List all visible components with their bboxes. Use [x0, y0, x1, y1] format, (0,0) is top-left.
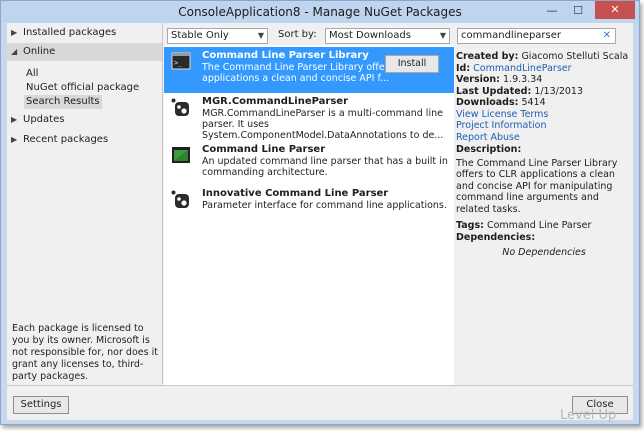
- view-license-link[interactable]: View License Terms: [456, 109, 632, 121]
- sort-by-label: Sort by:: [278, 29, 317, 40]
- report-abuse-link[interactable]: Report Abuse: [456, 132, 632, 144]
- tags-row: Tags: Command Line Parser: [456, 220, 632, 232]
- package-list: >_ Command Line Parser Library The Comma…: [164, 45, 454, 404]
- package-item[interactable]: >_ Command Line Parser Library The Comma…: [164, 47, 454, 93]
- package-source-tree: ▶ Installed packages ◢ Online All NuGet of…: [7, 23, 163, 384]
- nuget-package-icon: [171, 98, 189, 116]
- expand-arrow-icon[interactable]: ▶: [11, 112, 23, 128]
- dialog-footer: Settings Close: [7, 385, 633, 420]
- created-by-row: Created by: Giacomo Stelluti Scala: [456, 51, 632, 63]
- green-package-icon: [172, 147, 190, 163]
- collapse-arrow-icon[interactable]: ◢: [11, 44, 23, 60]
- maximize-icon[interactable]: ☐: [567, 3, 589, 19]
- tree-node-label: Updates: [23, 114, 65, 125]
- search-input[interactable]: commandlineparser ✕: [457, 28, 616, 44]
- tree-item-search-results[interactable]: Search Results: [24, 95, 102, 109]
- tree-node-label: Installed packages: [23, 27, 117, 38]
- package-item[interactable]: Innovative Command Line Parser Parameter…: [164, 185, 454, 231]
- package-description: An updated command line parser that has …: [202, 156, 448, 178]
- package-description: Parameter interface for command line app…: [202, 200, 447, 211]
- release-filter-dropdown[interactable]: Stable Only ▼: [167, 28, 268, 44]
- package-title: MGR.CommandLineParser: [202, 96, 349, 107]
- tree-node-online[interactable]: ◢ Online: [11, 44, 55, 60]
- tree-node-label: Online: [23, 46, 56, 57]
- description-text: The Command Line Parser Library offers t…: [456, 157, 618, 215]
- package-description: MGR.CommandLineParser is a multi-command…: [202, 108, 444, 141]
- minimize-icon[interactable]: —: [541, 3, 563, 19]
- install-button[interactable]: Install: [385, 55, 439, 73]
- description-label: Description:: [456, 144, 522, 155]
- tags-label: Tags:: [456, 220, 484, 231]
- sort-by-dropdown[interactable]: Most Downloads ▼: [325, 28, 450, 44]
- package-title: Innovative Command Line Parser: [202, 188, 389, 199]
- tree-item-all[interactable]: All: [26, 67, 38, 81]
- downloads-row: Downloads: 5414: [456, 97, 632, 109]
- created-by-label: Created by:: [456, 51, 519, 62]
- expand-arrow-icon[interactable]: ▶: [11, 25, 23, 41]
- last-updated-value: 1/13/2013: [534, 85, 584, 97]
- package-item[interactable]: Command Line Parser An updated command l…: [164, 141, 454, 187]
- tree-node-label: Recent packages: [23, 134, 109, 145]
- license-notice: Each package is licensed to you by its o…: [12, 323, 158, 382]
- clear-search-icon[interactable]: ✕: [603, 29, 611, 43]
- dependencies-label: Dependencies:: [456, 231, 536, 243]
- downloads-label: Downloads:: [456, 97, 519, 108]
- id-label: Id:: [456, 62, 471, 74]
- search-input-value: commandlineparser: [461, 30, 562, 41]
- downloads-value: 5414: [521, 97, 546, 108]
- expand-arrow-icon[interactable]: ▶: [11, 132, 23, 148]
- package-id-link[interactable]: CommandLineParser: [473, 63, 571, 74]
- tree-node-updates[interactable]: ▶ Updates: [11, 112, 64, 128]
- close-icon: ✕: [610, 3, 620, 16]
- settings-button[interactable]: Settings: [13, 396, 69, 414]
- svg-text:>_: >_: [174, 59, 183, 67]
- watermark-text: Level Up: [560, 408, 617, 423]
- version-row: Version: 1.9.3.34: [456, 74, 632, 86]
- release-filter-value: Stable Only: [171, 30, 229, 41]
- created-by-value: Giacomo Stelluti Scala: [521, 51, 629, 62]
- dialog-client-area: ▶ Installed packages ◢ Online All NuGet of…: [7, 23, 633, 420]
- package-details-panel: Created by: Giacomo Stelluti Scala Id: C…: [456, 51, 632, 259]
- nuget-package-icon: [171, 190, 189, 208]
- tags-value: Command Line Parser: [486, 220, 592, 231]
- no-dependencies-text: No Dependencies: [502, 247, 586, 258]
- title-bar: ConsoleApplication8 - Manage NuGet Packa…: [1, 1, 639, 23]
- chevron-down-icon: ▼: [439, 31, 446, 40]
- close-window-button[interactable]: ✕: [595, 1, 635, 19]
- version-value: 1.9.3.34: [503, 74, 543, 85]
- package-item[interactable]: MGR.CommandLineParser MGR.CommandLinePar…: [164, 93, 454, 141]
- version-label: Version:: [456, 74, 500, 85]
- package-title: Command Line Parser Library: [202, 50, 369, 61]
- tree-item-nuget-official[interactable]: NuGet official package source: [26, 81, 162, 107]
- last-updated-label: Last Updated:: [456, 85, 532, 97]
- chevron-down-icon: ▼: [257, 31, 264, 40]
- nuget-dialog-window: ConsoleApplication8 - Manage NuGet Packa…: [0, 0, 640, 425]
- last-updated-row: Last Updated: 1/13/2013: [456, 86, 632, 98]
- id-row: Id: CommandLineParser: [456, 63, 632, 75]
- project-information-link[interactable]: Project Information: [456, 120, 632, 132]
- tree-node-installed[interactable]: ▶ Installed packages: [11, 25, 116, 41]
- package-title: Command Line Parser: [202, 144, 326, 155]
- tree-node-recent[interactable]: ▶ Recent packages: [11, 132, 108, 148]
- console-package-icon: >_: [171, 52, 191, 70]
- sort-by-value: Most Downloads: [329, 30, 411, 41]
